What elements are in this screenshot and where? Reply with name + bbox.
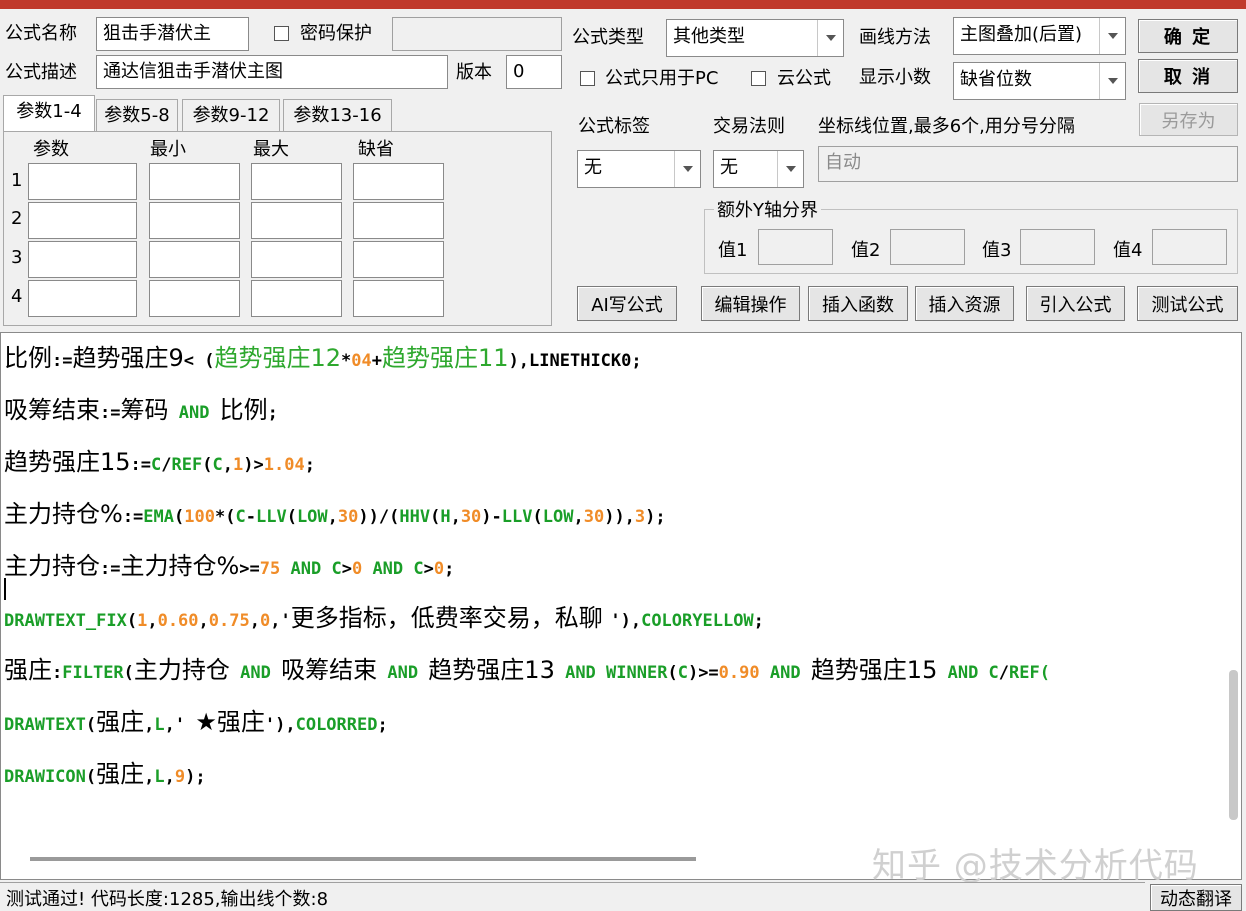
yaxis-v4-input[interactable] <box>1152 229 1227 265</box>
param-row-index: 4 <box>11 286 23 307</box>
pc-only-checkbox[interactable] <box>580 71 595 86</box>
formula-type-select[interactable]: 其他类型 <box>666 19 844 57</box>
vertical-scrollbar[interactable] <box>1229 670 1238 820</box>
yaxis-v2-input[interactable] <box>890 229 965 265</box>
rule-value: 无 <box>720 157 738 178</box>
param-3-min-input[interactable] <box>149 241 240 278</box>
yaxis-v3-label: 值3 <box>982 240 1012 261</box>
chevron-down-icon[interactable] <box>817 20 843 56</box>
param-2-name-input[interactable] <box>28 202 137 239</box>
watermark-text: 知乎 @技术分析代码 <box>872 846 1199 886</box>
code-line: DRAWTEXT_FIX(1,0.60,0.75,0,'更多指标，低费率交易，私… <box>4 604 764 632</box>
status-text: 测试通过! 代码长度:1285,输出线个数:8 <box>0 882 1145 911</box>
pc-only-label: 公式只用于PC <box>605 68 719 89</box>
code-line: 主力持仓:=主力持仓%>=75 AND C>0 AND C>0; <box>4 552 455 580</box>
param-1-name-input[interactable] <box>28 163 137 200</box>
coord-label: 坐标线位置,最多6个,用分号分隔 <box>818 116 1075 137</box>
param-header-min: 最小 <box>150 139 186 160</box>
yaxis-v4-label: 值4 <box>1113 240 1143 261</box>
tag-select[interactable]: 无 <box>577 150 701 188</box>
test-formula-button[interactable]: 测试公式 <box>1137 286 1238 321</box>
chevron-down-icon[interactable] <box>674 151 700 187</box>
tab-params-1-4[interactable]: 参数1-4 <box>3 95 95 133</box>
param-4-name-input[interactable] <box>28 280 137 317</box>
formula-type-label: 公式类型 <box>572 27 644 48</box>
formula-name-input[interactable]: 狙击手潜伏主 <box>96 17 249 51</box>
param-header-name: 参数 <box>33 139 69 160</box>
param-2-max-input[interactable] <box>251 202 342 239</box>
formula-name-label: 公式名称 <box>5 23 77 44</box>
code-line: 趋势强庄15:=C/REF(C,1)>1.04; <box>4 448 315 476</box>
window-titlebar <box>0 0 1246 9</box>
chevron-down-icon[interactable] <box>777 151 803 187</box>
draw-method-select[interactable]: 主图叠加(后置) <box>953 17 1126 55</box>
param-3-name-input[interactable] <box>28 241 137 278</box>
password-input[interactable] <box>392 17 562 51</box>
chevron-down-icon[interactable] <box>1099 63 1125 99</box>
yaxis-v2-label: 值2 <box>851 240 881 261</box>
insert-function-button[interactable]: 插入函数 <box>808 286 908 321</box>
draw-method-value: 主图叠加(后置) <box>960 24 1083 45</box>
edit-ops-button[interactable]: 编辑操作 <box>701 286 800 321</box>
param-row-index: 3 <box>11 247 23 268</box>
decimal-value: 缺省位数 <box>960 69 1032 90</box>
yaxis-v3-input[interactable] <box>1020 229 1095 265</box>
password-label: 密码保护 <box>300 23 372 44</box>
param-4-max-input[interactable] <box>251 280 342 317</box>
cancel-button[interactable]: 取 消 <box>1138 59 1238 93</box>
decimal-label: 显示小数 <box>859 67 931 88</box>
dynamic-translate-button[interactable]: 动态翻译 <box>1150 884 1242 911</box>
param-3-max-input[interactable] <box>251 241 342 278</box>
code-line: 强庄:FILTER(主力持仓 AND 吸筹结束 AND 趋势强庄13 AND W… <box>4 656 1050 684</box>
cloud-label: 云公式 <box>777 68 831 89</box>
password-checkbox[interactable] <box>274 26 289 41</box>
confirm-button[interactable]: 确 定 <box>1138 19 1238 53</box>
tag-value: 无 <box>584 157 602 178</box>
formula-desc-input[interactable]: 通达信狙击手潜伏主图 <box>96 55 448 89</box>
code-editor[interactable]: 比例:=趋势强庄9< (趋势强庄12*04+趋势强庄11),LINETHICK0… <box>0 332 1242 880</box>
tag-label: 公式标签 <box>578 116 650 137</box>
param-3-default-input[interactable] <box>353 241 444 278</box>
code-line: 比例:=趋势强庄9< (趋势强庄12*04+趋势强庄11),LINETHICK0… <box>4 344 642 372</box>
save-as-button[interactable]: 另存为 <box>1139 103 1238 136</box>
tab-params-13-16[interactable]: 参数13-16 <box>283 99 392 133</box>
param-2-default-input[interactable] <box>353 202 444 239</box>
yaxis-v1-label: 值1 <box>718 240 748 261</box>
rule-select[interactable]: 无 <box>713 150 804 188</box>
rule-label: 交易法则 <box>713 116 785 137</box>
ai-write-button[interactable]: AI写公式 <box>577 286 677 321</box>
code-line: 吸筹结束:=筹码 AND 比例; <box>4 396 278 424</box>
param-4-default-input[interactable] <box>353 280 444 317</box>
formula-type-value: 其他类型 <box>673 26 745 47</box>
cloud-checkbox[interactable] <box>751 71 766 86</box>
draw-method-label: 画线方法 <box>859 27 931 48</box>
formula-desc-label: 公式描述 <box>5 62 77 83</box>
chevron-down-icon[interactable] <box>1099 18 1125 54</box>
code-line: 主力持仓%:=EMA(100*(C-LLV(LOW,30))/(HHV(H,30… <box>4 500 666 528</box>
param-4-min-input[interactable] <box>149 280 240 317</box>
param-1-min-input[interactable] <box>149 163 240 200</box>
insert-resource-button[interactable]: 插入资源 <box>915 286 1014 321</box>
param-header-default: 缺省 <box>358 139 394 160</box>
horizontal-scrollbar[interactable] <box>30 857 696 861</box>
param-row-index: 1 <box>11 170 23 191</box>
code-line: DRAWICON(强庄,L,9); <box>4 760 206 788</box>
version-label: 版本 <box>456 62 492 83</box>
version-input[interactable]: 0 <box>506 55 562 89</box>
import-formula-button[interactable]: 引入公式 <box>1026 286 1125 321</box>
tab-params-9-12[interactable]: 参数9-12 <box>182 99 280 133</box>
param-row-index: 2 <box>11 208 23 229</box>
yaxis-label: 额外Y轴分界 <box>714 199 821 223</box>
param-header-max: 最大 <box>253 139 289 160</box>
coord-input[interactable]: 自动 <box>818 146 1238 182</box>
param-2-min-input[interactable] <box>149 202 240 239</box>
param-1-default-input[interactable] <box>353 163 444 200</box>
yaxis-v1-input[interactable] <box>758 229 833 265</box>
param-1-max-input[interactable] <box>251 163 342 200</box>
text-cursor <box>4 578 6 600</box>
decimal-select[interactable]: 缺省位数 <box>953 62 1126 100</box>
tab-params-5-8[interactable]: 参数5-8 <box>96 99 178 133</box>
code-line: DRAWTEXT(强庄,L,' ★强庄'),COLORRED; <box>4 708 388 736</box>
